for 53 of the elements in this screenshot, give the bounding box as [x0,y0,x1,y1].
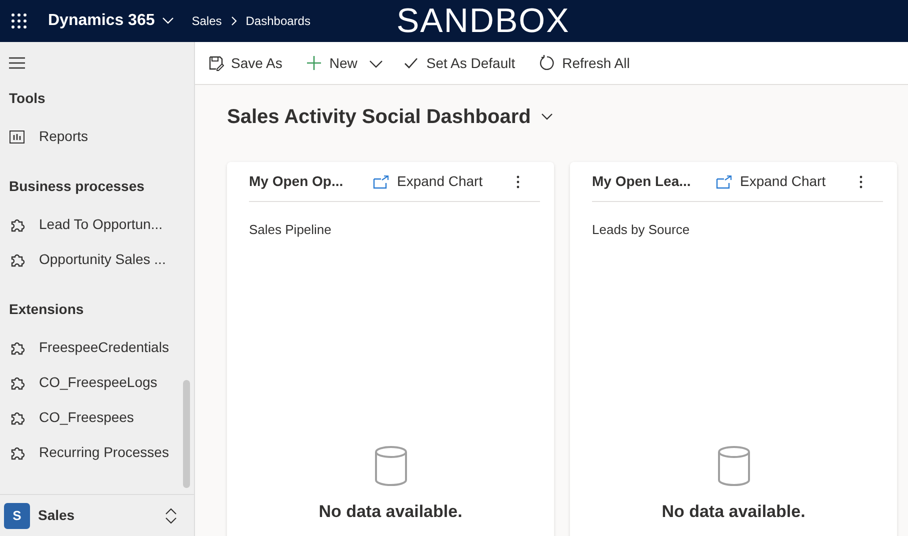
card-title: My Open Op... [249,172,344,191]
app-launcher-icon[interactable] [11,13,27,29]
puzzle-icon [9,340,25,356]
area-switcher[interactable]: S Sales [0,494,194,536]
refresh-icon [539,55,556,71]
toolbar-button[interactable]: Refresh All [527,52,642,74]
breadcrumb-link[interactable]: Sales [192,12,222,30]
puzzle-icon [9,252,25,268]
expand-chart-button[interactable]: Expand Chart [716,171,826,192]
puzzle-icon [9,444,25,460]
expand-icon [716,174,732,188]
chevron-right-icon [230,16,237,26]
database-icon [716,444,750,486]
section-heading: Business processes [8,177,146,196]
sidebar-item[interactable]: Lead To Opportun... [0,207,181,242]
area-label: Sales [38,506,76,525]
chart-icon [9,128,25,144]
puzzle-icon [9,374,25,390]
more-icon [859,175,863,190]
toolbar-button[interactable]: Save As [196,52,294,74]
expand-chart-button[interactable]: Expand Chart [373,171,483,192]
database-icon [374,444,408,486]
expand-icon [373,174,389,188]
dashboard-title: Sales Activity Social Dashboard [227,105,531,130]
puzzle-icon [9,410,25,426]
more-icon [516,175,520,190]
empty-message: No data available. [662,500,806,522]
sidebar-item[interactable]: CO_Freespees [0,400,181,435]
area-avatar: S [4,502,30,528]
breadcrumb-link[interactable]: Dashboards [246,12,310,30]
sidebar-item[interactable]: FreespeeCredentials [0,330,181,365]
sidebar-item[interactable]: Reports [0,119,181,154]
sidebar-item[interactable]: Recurring Processes [0,435,181,470]
section-heading: Extensions [8,300,85,319]
sandbox-label: SANDBOX [396,4,570,38]
toolbar-button[interactable]: Set As Default [391,52,528,74]
chevron-down-icon [369,60,384,68]
empty-message: No data available. [318,500,462,522]
app-name[interactable]: Dynamics 365 [48,9,155,33]
menu-icon[interactable] [9,57,25,69]
save-icon [208,55,224,71]
chart-name: Sales Pipeline [249,221,332,239]
card-title: My Open Lea... [592,172,692,191]
scrollbar[interactable] [183,380,190,488]
chevron-down-icon[interactable] [540,113,553,121]
puzzle-icon [9,216,25,232]
chart-name: Leads by Source [592,221,690,239]
up-down-chevron-icon [165,508,177,524]
plus-icon [306,55,322,71]
section-heading: Tools [8,89,46,108]
sidebar-item[interactable]: Opportunity Sales ... [0,242,181,277]
toolbar-button[interactable]: New [294,52,370,74]
sidebar-item[interactable]: CO_FreespeeLogs [0,365,181,400]
